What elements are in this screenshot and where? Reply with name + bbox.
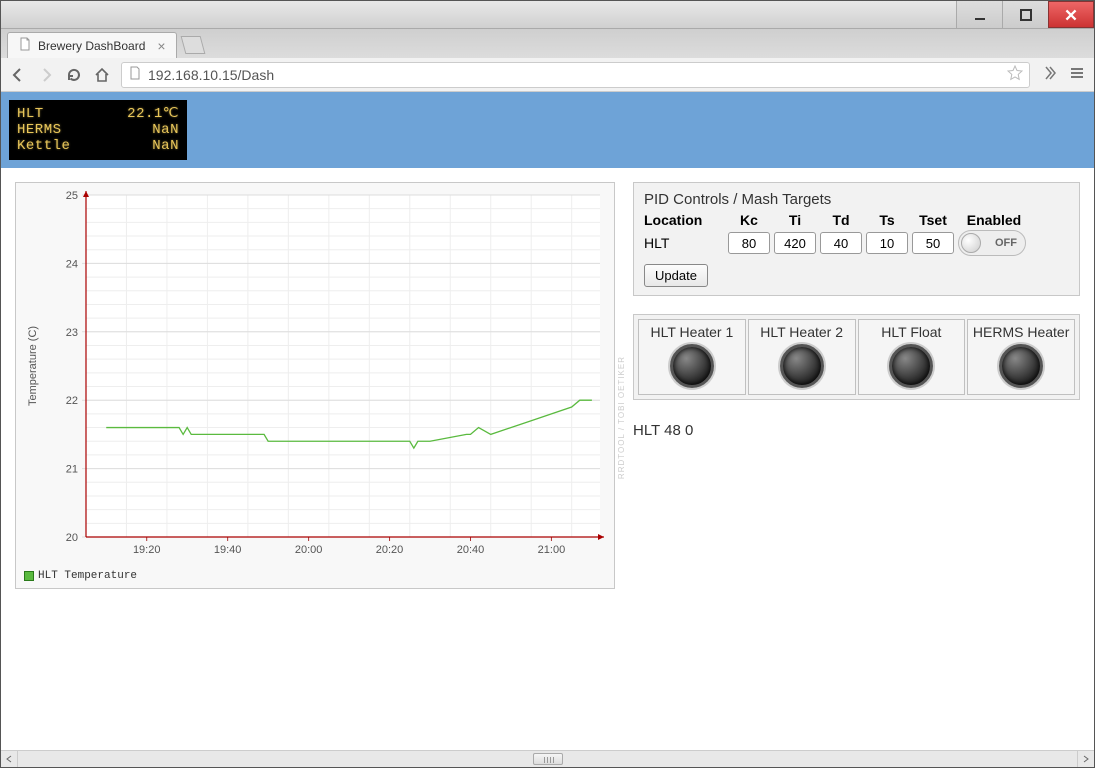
svg-text:20: 20 bbox=[66, 532, 78, 544]
page-icon bbox=[128, 66, 142, 83]
update-button[interactable]: Update bbox=[644, 264, 708, 287]
heater-led-icon bbox=[889, 344, 933, 388]
header-band: HLT22.1℃ HERMSNaN KettleNaN bbox=[1, 92, 1094, 168]
td-input[interactable] bbox=[820, 232, 862, 254]
home-button[interactable] bbox=[93, 66, 111, 84]
reload-button[interactable] bbox=[65, 66, 83, 84]
toggle-knob bbox=[961, 233, 981, 253]
svg-text:23: 23 bbox=[66, 327, 78, 339]
url-input[interactable] bbox=[148, 67, 1001, 83]
tabstrip: Brewery DashBoard × bbox=[1, 29, 1094, 58]
toolbar bbox=[1, 58, 1094, 92]
right-column: PID Controls / Mash Targets Location Kc … bbox=[633, 182, 1080, 439]
tab-close-icon[interactable]: × bbox=[151, 39, 165, 53]
heaters-panel: HLT Heater 1 HLT Heater 2 HLT Float HERMS H… bbox=[633, 314, 1080, 400]
scroll-thumb[interactable] bbox=[533, 753, 563, 765]
bookmark-star-icon[interactable] bbox=[1007, 65, 1023, 84]
kc-input[interactable] bbox=[728, 232, 770, 254]
lcd-row: HERMSNaN bbox=[17, 122, 179, 138]
titlebar bbox=[1, 1, 1094, 29]
svg-text:24: 24 bbox=[66, 258, 78, 270]
pid-panel-title: PID Controls / Mash Targets bbox=[644, 191, 1069, 208]
lcd-row: HLT22.1℃ bbox=[17, 106, 179, 122]
heater-label: HERMS Heater bbox=[970, 324, 1072, 340]
svg-text:21:00: 21:00 bbox=[538, 544, 566, 556]
lcd-row: KettleNaN bbox=[17, 138, 179, 154]
svg-text:20:00: 20:00 bbox=[295, 544, 323, 556]
new-tab-button[interactable] bbox=[180, 36, 205, 54]
chart-panel: 20 21 22 23 24 25 19:20 19:40 20:00 20:20 20:40 21:… bbox=[15, 182, 615, 589]
browser-window: Brewery DashBoard × bbox=[0, 0, 1095, 768]
scroll-left-icon[interactable] bbox=[1, 751, 18, 767]
chart-legend: HLT Temperature bbox=[18, 566, 612, 586]
browser-tab[interactable]: Brewery DashBoard × bbox=[7, 32, 177, 58]
chevron-right-icon[interactable] bbox=[1040, 64, 1058, 85]
minimize-button[interactable] bbox=[956, 1, 1002, 28]
scroll-track[interactable] bbox=[18, 751, 1077, 767]
temperature-chart: 20 21 22 23 24 25 19:20 19:40 20:00 20:20 20:40 21:… bbox=[18, 185, 614, 565]
tset-input[interactable] bbox=[912, 232, 954, 254]
forward-button[interactable] bbox=[37, 66, 55, 84]
heater-cell[interactable]: HLT Heater 1 bbox=[638, 319, 746, 395]
maximize-button[interactable] bbox=[1002, 1, 1048, 28]
file-icon bbox=[18, 37, 32, 54]
page-viewport: HLT22.1℃ HERMSNaN KettleNaN 20 21 22 23 24 25… bbox=[1, 92, 1094, 750]
menu-icon[interactable] bbox=[1068, 64, 1086, 85]
main-content: 20 21 22 23 24 25 19:20 19:40 20:00 20:20 20:40 21:… bbox=[1, 168, 1094, 603]
svg-text:22: 22 bbox=[66, 395, 78, 407]
chart-credit: RRDTOOL / TOBI OETIKER bbox=[617, 356, 626, 479]
scroll-right-icon[interactable] bbox=[1077, 751, 1094, 767]
pid-header-row: Location Kc Ti Td Ts Tset Enabled bbox=[644, 212, 1069, 228]
heater-cell[interactable]: HLT Heater 2 bbox=[748, 319, 856, 395]
heater-led-icon bbox=[999, 344, 1043, 388]
horizontal-scrollbar[interactable] bbox=[1, 750, 1094, 767]
ts-input[interactable] bbox=[866, 232, 908, 254]
legend-label: HLT Temperature bbox=[38, 570, 137, 582]
svg-text:Temperature (C): Temperature (C) bbox=[27, 326, 39, 406]
ti-input[interactable] bbox=[774, 232, 816, 254]
legend-swatch bbox=[24, 571, 34, 581]
address-bar[interactable] bbox=[121, 62, 1030, 88]
svg-text:20:40: 20:40 bbox=[457, 544, 485, 556]
svg-text:19:40: 19:40 bbox=[214, 544, 242, 556]
back-button[interactable] bbox=[9, 66, 27, 84]
svg-text:21: 21 bbox=[66, 464, 78, 476]
heater-led-icon bbox=[780, 344, 824, 388]
pid-panel: PID Controls / Mash Targets Location Kc … bbox=[633, 182, 1080, 296]
close-button[interactable] bbox=[1048, 1, 1094, 28]
tab-title: Brewery DashBoard bbox=[38, 39, 145, 53]
toolbar-right bbox=[1040, 64, 1086, 85]
pid-row: HLT OFF bbox=[644, 230, 1069, 256]
heater-cell[interactable]: HLT Float bbox=[858, 319, 966, 395]
enabled-toggle[interactable]: OFF bbox=[958, 230, 1026, 256]
heater-label: HLT Float bbox=[861, 324, 963, 340]
heater-led-icon bbox=[670, 344, 714, 388]
toggle-label: OFF bbox=[995, 237, 1017, 249]
heater-label: HLT Heater 2 bbox=[751, 324, 853, 340]
heater-cell[interactable]: HERMS Heater bbox=[967, 319, 1075, 395]
lcd-readout: HLT22.1℃ HERMSNaN KettleNaN bbox=[9, 100, 187, 160]
status-line: HLT 48 0 bbox=[633, 418, 1080, 439]
svg-text:25: 25 bbox=[66, 190, 78, 202]
svg-text:19:20: 19:20 bbox=[133, 544, 161, 556]
heater-label: HLT Heater 1 bbox=[641, 324, 743, 340]
pid-location: HLT bbox=[644, 235, 724, 251]
svg-text:20:20: 20:20 bbox=[376, 544, 404, 556]
